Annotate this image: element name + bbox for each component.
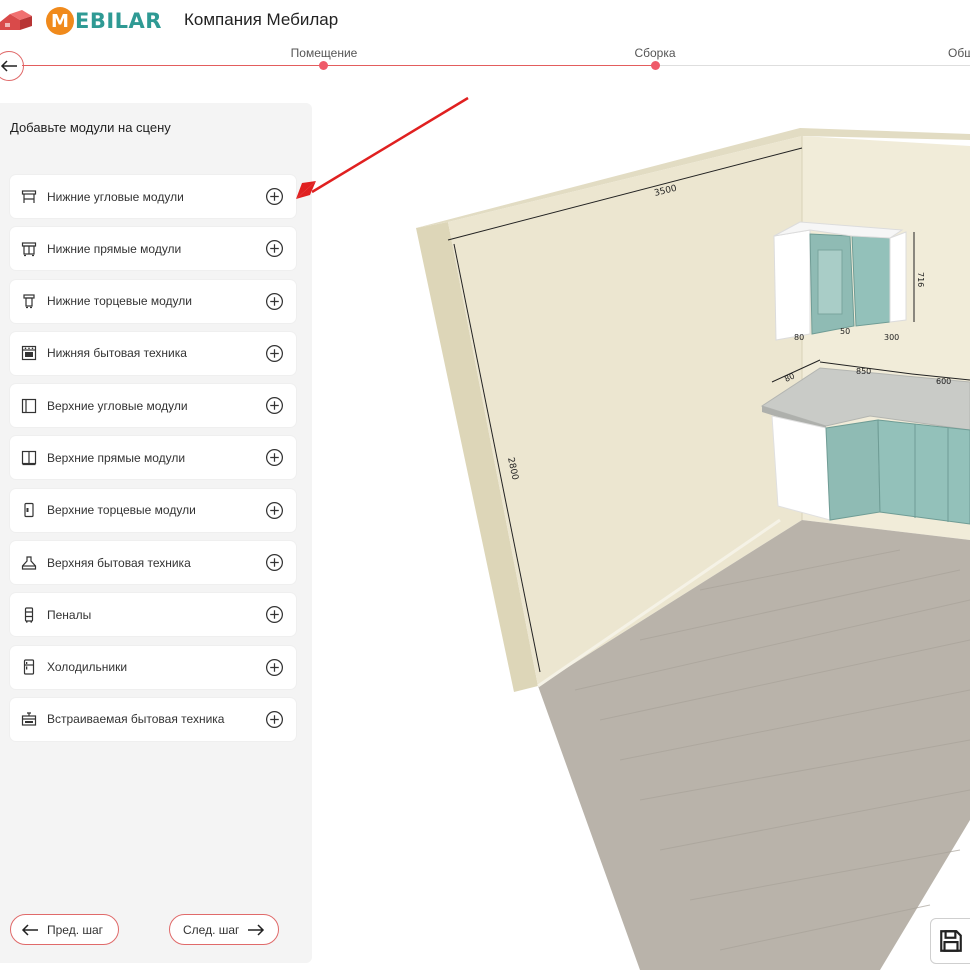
add-circle-icon[interactable]	[265, 448, 284, 467]
lower-corner-module-icon	[20, 188, 38, 206]
module-category-label: Верхние торцевые модули	[47, 503, 196, 518]
upper-end-module-icon	[20, 501, 38, 519]
lower-cabinet-door-1	[825, 419, 881, 521]
add-circle-icon[interactable]	[265, 553, 284, 572]
module-category-label: Нижняя бытовая техника	[47, 346, 187, 361]
lower-cabinet-side	[771, 415, 831, 521]
add-circle-icon[interactable]	[265, 501, 284, 520]
module-category-label: Встраиваемая бытовая техника	[47, 712, 225, 727]
prev-step-label: Пред. шаг	[47, 922, 104, 937]
next-step-button[interactable]: След. шаг	[169, 914, 279, 945]
arrow-right-icon	[248, 923, 265, 936]
dimension-upper-depth: 300	[884, 333, 899, 342]
annotation-arrow	[312, 96, 469, 194]
lower-cabinet-door-2	[877, 419, 970, 525]
next-step-label: След. шаг	[183, 922, 240, 937]
dimension-upper-small-a: 80	[794, 333, 804, 342]
add-circle-icon[interactable]	[265, 292, 284, 311]
back-button[interactable]	[0, 51, 24, 81]
room-3d-viewport[interactable]: 3500 2800 716 300 80 50 80 850 600	[312, 92, 970, 970]
logo-text: EBILAR	[75, 9, 162, 33]
module-category-list: Нижние угловые модули Нижние прямые моду…	[10, 175, 296, 750]
company-name: Компания Мебилар	[184, 10, 339, 29]
dimension-counter-right: 600	[936, 377, 951, 386]
module-category-label: Нижние торцевые модули	[47, 294, 192, 309]
oven-icon	[20, 344, 38, 362]
step-label-room[interactable]: Помещение	[291, 46, 358, 60]
annotation-arrow-head	[296, 181, 316, 199]
tall-cabinet-icon	[20, 606, 38, 624]
module-category-label: Верхние прямые модули	[47, 450, 186, 465]
dimension-counter-mid: 850	[856, 367, 871, 376]
module-category-lower-corner[interactable]: Нижние угловые модули	[10, 175, 296, 218]
module-category-built-in-appliances[interactable]: Встраиваемая бытовая техника	[10, 697, 296, 741]
module-category-fridges[interactable]: Холодильники	[10, 645, 296, 689]
upper-cabinet-side	[773, 229, 811, 341]
modules-sidebar: Добавьте модули на сцену Нижние угловые …	[0, 103, 312, 963]
logo-mark-icon	[0, 10, 32, 30]
module-category-upper-corner[interactable]: Верхние угловые модули	[10, 384, 296, 428]
upper-corner-module-icon	[20, 397, 38, 415]
module-category-upper-straight[interactable]: Верхние прямые модули	[10, 436, 296, 480]
range-hood-icon	[20, 554, 38, 572]
stepper-progress-line	[22, 65, 656, 66]
module-category-lower-straight[interactable]: Нижние прямые модули	[10, 227, 296, 271]
module-category-label: Нижние угловые модули	[47, 189, 184, 204]
floppy-disk-icon	[940, 930, 962, 952]
module-category-tall-cabinets[interactable]: Пеналы	[10, 593, 296, 637]
add-circle-icon[interactable]	[265, 187, 284, 206]
add-circle-icon[interactable]	[265, 658, 284, 677]
app-header: M EBILAR Компания Мебилар	[0, 0, 970, 42]
upper-cabinet-end	[889, 231, 907, 323]
step-dot-assembly[interactable]	[651, 61, 660, 70]
sidebar-title: Добавьте модули на сцену	[10, 120, 171, 135]
module-category-lower-appliances[interactable]: Нижняя бытовая техника	[10, 331, 296, 375]
save-button[interactable]	[930, 918, 970, 964]
module-category-upper-appliances[interactable]: Верхняя бытовая техника	[10, 541, 296, 585]
add-circle-icon[interactable]	[265, 710, 284, 729]
add-circle-icon[interactable]	[265, 396, 284, 415]
module-category-label: Верхняя бытовая техника	[47, 555, 191, 570]
add-circle-icon[interactable]	[265, 605, 284, 624]
wizard-stepper: Помещение Сборка Общ	[0, 42, 970, 92]
lower-end-module-icon	[20, 292, 38, 310]
upper-straight-module-icon	[20, 449, 38, 467]
logo[interactable]: M EBILAR	[46, 6, 162, 36]
lower-straight-module-icon	[20, 240, 38, 258]
module-category-label: Нижние прямые модули	[47, 241, 182, 256]
fridge-icon	[20, 658, 38, 676]
step-label-assembly[interactable]: Сборка	[634, 46, 675, 60]
arrow-left-icon	[0, 60, 17, 72]
step-dot-room[interactable]	[319, 61, 328, 70]
dimension-upper-small-b: 50	[840, 327, 850, 336]
upper-cabinet-glass	[817, 249, 843, 315]
stepper-remaining-line	[656, 65, 970, 66]
prev-step-button[interactable]: Пред. шаг	[10, 914, 119, 945]
arrow-left-icon	[21, 923, 38, 936]
upper-cabinet-right-door	[851, 235, 891, 327]
dimension-upper-height: 716	[916, 272, 925, 287]
module-category-label: Пеналы	[47, 607, 92, 622]
logo-letter: M	[46, 7, 74, 35]
module-category-label: Верхние угловые модули	[47, 398, 188, 413]
built-in-appliance-icon	[20, 710, 38, 728]
step-label-summary[interactable]: Общ	[948, 46, 970, 60]
add-circle-icon[interactable]	[265, 239, 284, 258]
module-category-lower-end[interactable]: Нижние торцевые модули	[10, 279, 296, 323]
add-circle-icon[interactable]	[265, 344, 284, 363]
module-category-upper-end[interactable]: Верхние торцевые модули	[10, 488, 296, 532]
module-category-label: Холодильники	[47, 660, 128, 675]
